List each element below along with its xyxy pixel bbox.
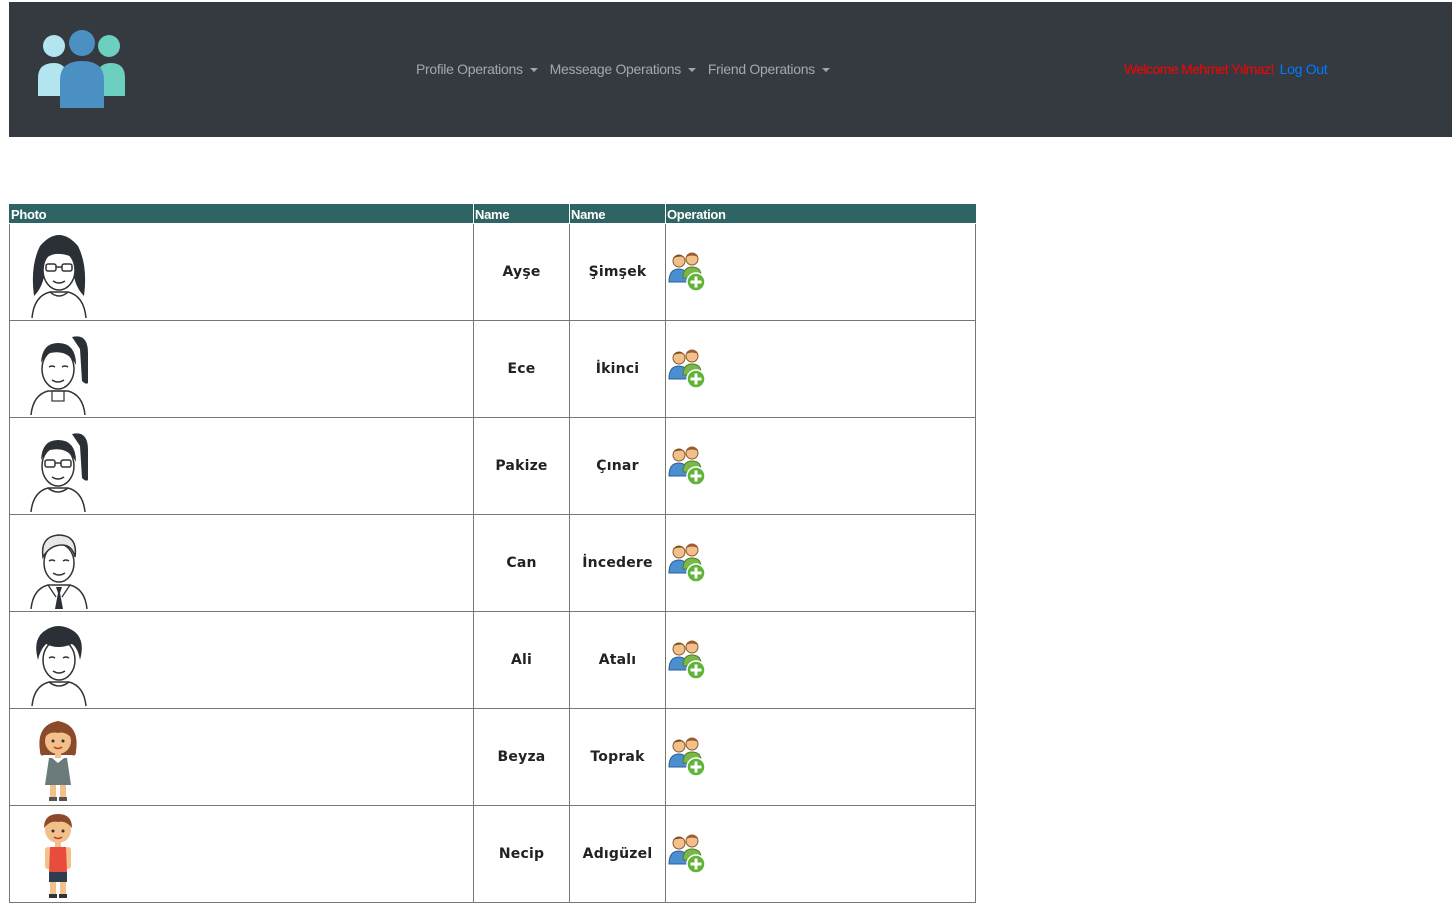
last-name-cell: Şimşek xyxy=(569,223,666,321)
caret-down-icon xyxy=(529,67,538,72)
welcome-message: Welcome Mehmet Yılmaz! xyxy=(1124,61,1274,77)
table-row: Necip Adıgüzel xyxy=(9,805,976,903)
add-friend-icon[interactable] xyxy=(668,834,706,874)
woman-glasses-avatar-icon xyxy=(31,235,87,318)
photo-cell xyxy=(9,223,474,321)
header-name: Name xyxy=(473,204,570,224)
man-tie-avatar-icon xyxy=(30,534,88,609)
nav-profile-operations[interactable]: Profile Operations xyxy=(416,61,538,77)
people-logo-icon[interactable] xyxy=(37,30,127,110)
add-friend-icon[interactable] xyxy=(668,349,706,389)
boy-tanktop-avatar-icon xyxy=(44,814,72,898)
add-friend-icon[interactable] xyxy=(668,252,706,292)
first-name-cell: Can xyxy=(473,514,570,612)
table-header-row: Photo Name Name Operation xyxy=(9,204,976,224)
last-name-cell: Toprak xyxy=(569,708,666,806)
operation-cell xyxy=(665,708,976,806)
table-row: Beyza Toprak xyxy=(9,708,976,806)
nav-message-operations[interactable]: Messeage Operations xyxy=(550,61,696,77)
last-name-cell: Adıgüzel xyxy=(569,805,666,903)
user-area: Welcome Mehmet Yılmaz! Log Out xyxy=(1124,61,1328,77)
caret-down-icon xyxy=(821,67,830,72)
photo-cell xyxy=(9,805,474,903)
header-surname: Name xyxy=(569,204,666,224)
first-name-cell: Necip xyxy=(473,805,570,903)
table-row: Ece İkinci xyxy=(9,320,976,418)
friends-table: Photo Name Name Operation Ayşe Şimşek Ec… xyxy=(9,204,976,903)
add-friend-icon[interactable] xyxy=(668,446,706,486)
operation-cell xyxy=(665,805,976,903)
nav-menu: Profile Operations Messeage Operations F… xyxy=(416,61,830,77)
woman-ponytail-glasses-avatar-icon xyxy=(30,433,88,512)
first-name-cell: Ali xyxy=(473,611,570,709)
last-name-cell: İncedere xyxy=(569,514,666,612)
last-name-cell: İkinci xyxy=(569,320,666,418)
first-name-cell: Ece xyxy=(473,320,570,418)
photo-cell xyxy=(9,611,474,709)
table-row: Ayşe Şimşek xyxy=(9,223,976,321)
table-row: Pakize Çınar xyxy=(9,417,976,515)
table-row: Ali Atalı xyxy=(9,611,976,709)
header-operation: Operation xyxy=(665,204,976,224)
operation-cell xyxy=(665,223,976,321)
first-name-cell: Pakize xyxy=(473,417,570,515)
operation-cell xyxy=(665,514,976,612)
photo-cell xyxy=(9,514,474,612)
operation-cell xyxy=(665,611,976,709)
photo-cell xyxy=(9,417,474,515)
girl-dress-avatar-icon xyxy=(39,721,77,801)
photo-cell xyxy=(9,320,474,418)
first-name-cell: Ayşe xyxy=(473,223,570,321)
nav-friend-operations[interactable]: Friend Operations xyxy=(708,61,830,77)
operation-cell xyxy=(665,320,976,418)
man-curly-avatar-icon xyxy=(31,626,87,706)
add-friend-icon[interactable] xyxy=(668,737,706,777)
caret-down-icon xyxy=(687,67,696,72)
header-photo: Photo xyxy=(9,204,474,224)
woman-ponytail-avatar-icon xyxy=(30,336,88,415)
add-friend-icon[interactable] xyxy=(668,543,706,583)
navbar: Profile Operations Messeage Operations F… xyxy=(9,2,1452,137)
operation-cell xyxy=(665,417,976,515)
last-name-cell: Atalı xyxy=(569,611,666,709)
logout-link[interactable]: Log Out xyxy=(1280,61,1328,77)
table-row: Can İncedere xyxy=(9,514,976,612)
first-name-cell: Beyza xyxy=(473,708,570,806)
last-name-cell: Çınar xyxy=(569,417,666,515)
add-friend-icon[interactable] xyxy=(668,640,706,680)
photo-cell xyxy=(9,708,474,806)
